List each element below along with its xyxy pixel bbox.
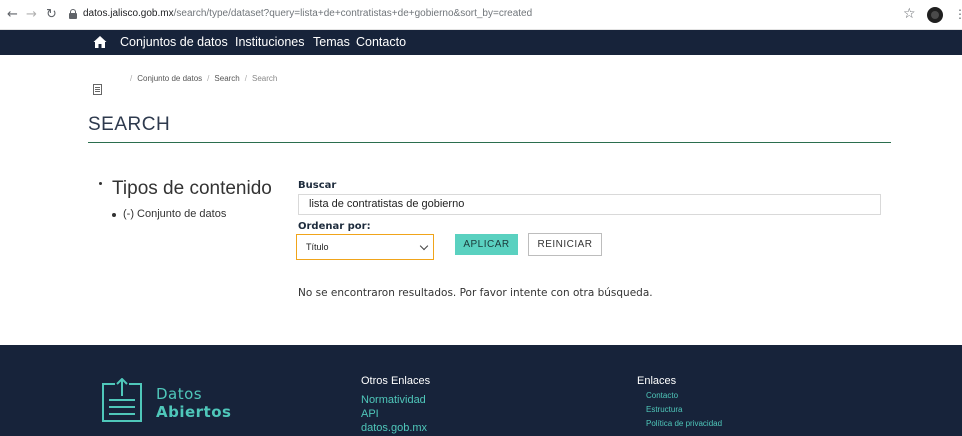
footer-link-normatividad[interactable]: Normatividad <box>361 394 426 406</box>
facet-title-bullet <box>99 182 102 185</box>
breadcrumb: / Conjunto de datos / Search / Search <box>125 74 277 83</box>
nav-contacto[interactable]: Contacto <box>356 35 406 49</box>
logo-text-abiertos: Abiertos <box>156 403 232 421</box>
reload-icon[interactable]: ↻ <box>46 7 57 23</box>
site-footer: Datos Abiertos Otros Enlaces Normativida… <box>0 345 962 436</box>
nav-conjuntos-de-datos[interactable]: Conjuntos de datos <box>120 35 228 49</box>
facet-item-conjunto-de-datos[interactable]: (-) Conjunto de datos <box>123 208 226 220</box>
sort-select-value: Título <box>306 242 329 252</box>
url-domain: datos.jalisco.gob.mx <box>83 8 174 19</box>
no-results-message: No se encontraron resultados. Por favor … <box>298 287 653 299</box>
footer-link-datos-gob-mx[interactable]: datos.gob.mx <box>361 422 427 434</box>
breadcrumb-separator: / <box>244 74 247 83</box>
footer-heading-otros-enlaces: Otros Enlaces <box>361 375 431 387</box>
footer-link-api[interactable]: API <box>361 408 379 420</box>
sort-label: Ordenar por: <box>298 221 371 232</box>
search-input[interactable]: lista de contratistas de gobierno <box>298 194 881 215</box>
back-arrow-icon[interactable]: ← <box>7 7 18 23</box>
profile-avatar[interactable] <box>927 7 943 23</box>
home-icon[interactable] <box>93 35 107 49</box>
breadcrumb-separator: / <box>130 74 133 83</box>
logo-text-datos: Datos <box>156 385 203 403</box>
bookmark-star-icon[interactable]: ☆ <box>903 6 916 22</box>
footer-link-politica-de-privacidad[interactable]: Política de privacidad <box>646 419 722 428</box>
breadcrumb-separator: / <box>207 74 210 83</box>
title-divider <box>88 142 891 143</box>
facet-title: Tipos de contenido <box>112 178 272 199</box>
browser-menu-icon[interactable]: ⋮ <box>954 7 962 21</box>
lock-icon <box>69 9 77 19</box>
chevron-down-icon <box>419 241 429 251</box>
facet-item-bullet <box>112 213 116 217</box>
open-data-logo-icon <box>102 378 142 422</box>
forward-arrow-icon[interactable]: → <box>26 7 37 23</box>
footer-link-contacto[interactable]: Contacto <box>646 391 678 400</box>
browser-toolbar: ← → ↻ datos.jalisco.gob.mx/search/type/d… <box>0 0 962 30</box>
document-icon <box>93 84 102 95</box>
breadcrumb-search[interactable]: Search <box>214 74 239 83</box>
nav-instituciones[interactable]: Instituciones <box>235 35 304 49</box>
breadcrumb-conjunto-de-datos[interactable]: Conjunto de datos <box>137 74 202 83</box>
breadcrumb-current: Search <box>252 74 278 83</box>
footer-link-estructura[interactable]: Estructura <box>646 405 682 414</box>
sort-select[interactable]: Título <box>296 234 434 260</box>
apply-button[interactable]: APLICAR <box>455 234 518 255</box>
site-nav-bar: Conjuntos de datos Instituciones Temas C… <box>0 30 962 55</box>
page-title: SEARCH <box>88 114 171 135</box>
url-path: /search/type/dataset?query=lista+de+cont… <box>173 8 533 19</box>
search-label: Buscar <box>298 180 337 191</box>
nav-temas[interactable]: Temas <box>313 35 350 49</box>
address-bar[interactable]: datos.jalisco.gob.mx/search/type/dataset… <box>83 8 532 19</box>
footer-heading-enlaces: Enlaces <box>637 375 677 387</box>
reset-button[interactable]: REINICIAR <box>528 233 602 256</box>
